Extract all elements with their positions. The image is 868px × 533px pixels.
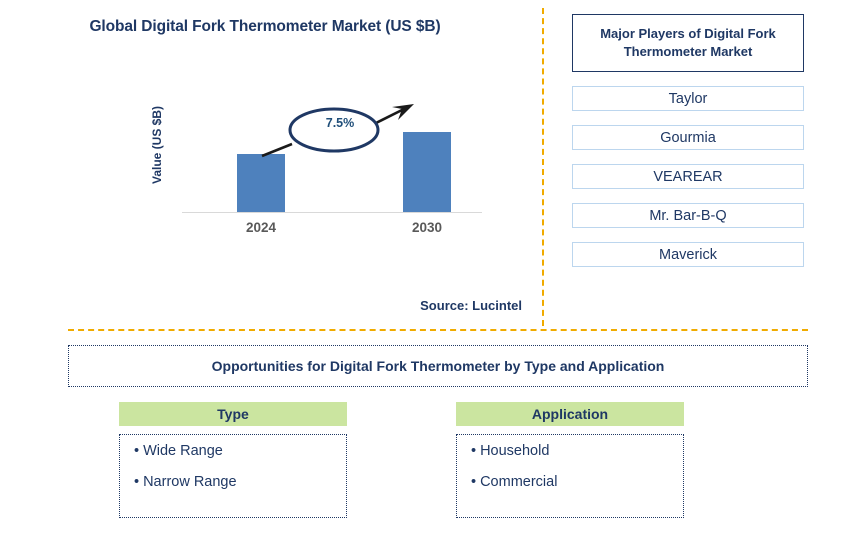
list-item-label: Household xyxy=(480,443,550,459)
cagr-callout-graphic xyxy=(261,104,414,158)
player-item-vearear[interactable]: VEAREAR xyxy=(572,164,804,189)
player-item-maverick[interactable]: Maverick xyxy=(572,242,804,267)
vertical-divider xyxy=(542,8,544,326)
x-tick-label-2024: 2024 xyxy=(245,220,277,235)
source-label: Source: Lucintel xyxy=(420,298,522,313)
major-players-panel: Major Players of Digital Fork Thermomete… xyxy=(572,14,804,267)
bullet-icon: • xyxy=(471,473,477,490)
list-item-label: Narrow Range xyxy=(143,473,237,490)
opportunities-column-application: Application • Household • Commercial xyxy=(456,402,684,518)
column-header-application: Application xyxy=(456,402,684,426)
player-item-taylor[interactable]: Taylor xyxy=(572,86,804,111)
bullet-icon: • xyxy=(134,443,140,459)
major-players-header: Major Players of Digital Fork Thermomete… xyxy=(572,14,804,72)
y-axis-label: Value (US $B) xyxy=(150,105,164,185)
bullet-icon: • xyxy=(134,473,140,490)
bar-chart: Value (US $B) 2024 2030 7.5% xyxy=(150,98,482,235)
list-item-label: Commercial xyxy=(480,473,558,490)
player-label: Gourmia xyxy=(660,129,716,146)
cagr-value-label: 7.5% xyxy=(325,116,355,130)
player-item-gourmia[interactable]: Gourmia xyxy=(572,125,804,150)
player-item-mr-bar-b-q[interactable]: Mr. Bar-B-Q xyxy=(572,203,804,228)
list-item: • Commercial xyxy=(471,473,683,490)
player-label: Taylor xyxy=(668,90,708,107)
chart-panel: Global Digital Fork Thermometer Market (… xyxy=(0,0,542,330)
list-item: • Wide Range xyxy=(134,444,346,459)
list-item: • Household xyxy=(471,444,683,459)
list-item: • Narrow Range xyxy=(134,473,346,490)
player-label: Maverick xyxy=(658,246,717,263)
bar-2024 xyxy=(237,153,285,212)
opportunities-title-box: Opportunities for Digital Fork Thermomet… xyxy=(68,345,808,387)
column-body-application: • Household • Commercial xyxy=(456,434,684,518)
player-label: VEAREAR xyxy=(653,168,723,185)
x-tick-label-2030: 2030 xyxy=(411,220,443,235)
column-header-type: Type xyxy=(119,402,347,426)
chart-plot-area: 2024 2030 7.5% xyxy=(182,98,482,235)
x-axis-line xyxy=(182,212,482,213)
opportunities-column-type: Type • Wide Range • Narrow Range xyxy=(119,402,347,518)
opportunities-title: Opportunities for Digital Fork Thermomet… xyxy=(211,358,665,374)
horizontal-divider xyxy=(68,329,808,331)
bullet-icon: • xyxy=(471,443,477,459)
player-label: Mr. Bar-B-Q xyxy=(649,207,727,224)
chart-title: Global Digital Fork Thermometer Market (… xyxy=(89,18,441,35)
column-body-type: • Wide Range • Narrow Range xyxy=(119,434,347,518)
list-item-label: Wide Range xyxy=(143,443,223,459)
